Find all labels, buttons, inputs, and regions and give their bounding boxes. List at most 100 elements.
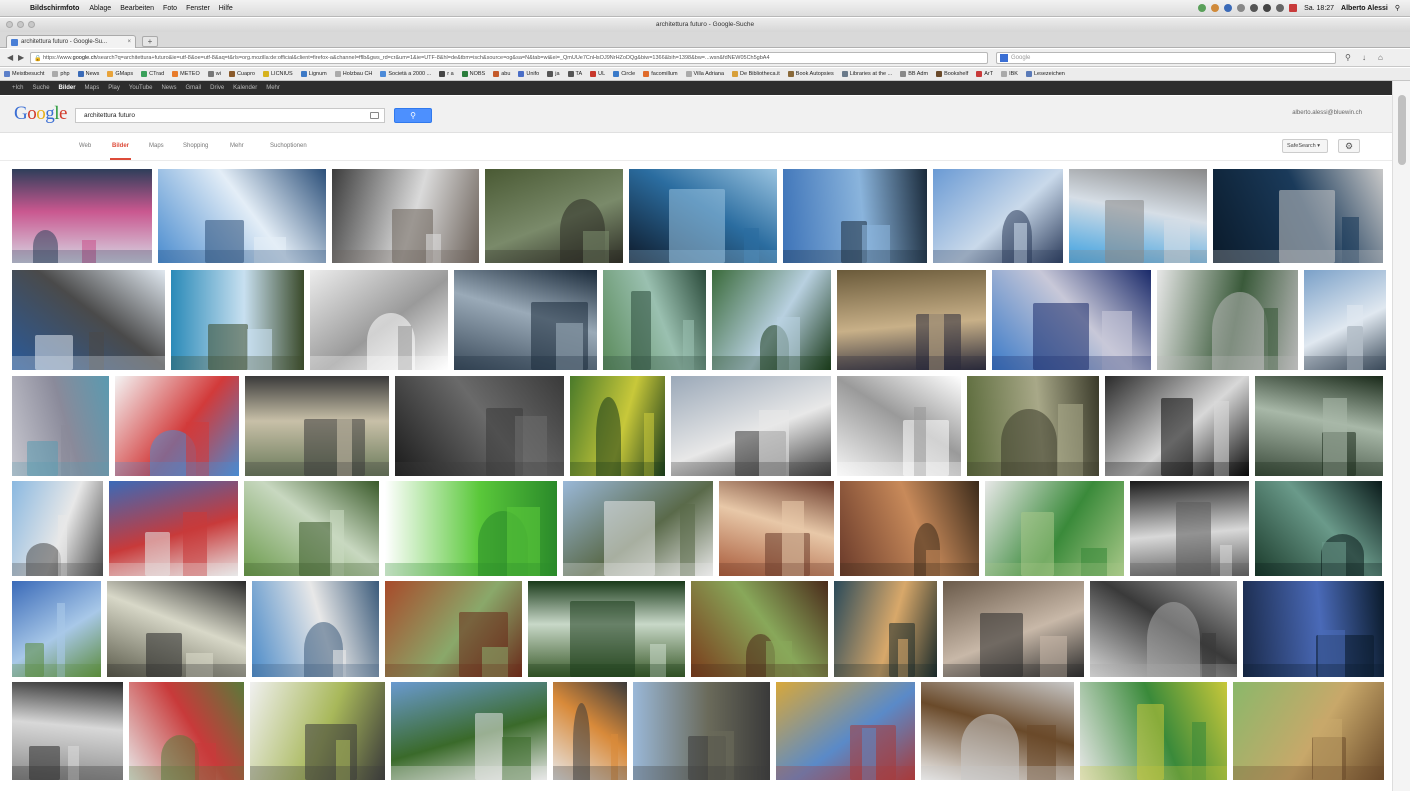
gbar-item[interactable]: YouTube [129, 85, 153, 91]
image-result[interactable] [837, 270, 986, 370]
bookmark-item[interactable]: abu [493, 71, 510, 77]
image-result[interactable] [553, 682, 627, 780]
bookmark-item[interactable]: Book Autopsies [787, 71, 834, 77]
image-result[interactable] [992, 270, 1151, 370]
image-result[interactable] [391, 682, 547, 780]
image-result[interactable] [783, 169, 927, 263]
app-menu[interactable]: Bildschirmfoto [30, 5, 79, 12]
image-result[interactable] [776, 682, 915, 780]
menu-item-bearbeiten[interactable]: Bearbeiten [120, 5, 154, 12]
timemachine-icon[interactable] [1237, 4, 1246, 12]
image-result[interactable] [712, 270, 831, 370]
image-result[interactable] [1090, 581, 1237, 677]
bookmark-item[interactable]: Meistbesucht [4, 71, 44, 77]
browser-tab[interactable]: architettura futuro - Google-Su... × [6, 35, 136, 48]
close-window-button[interactable] [6, 21, 13, 28]
bookmark-item[interactable]: Unifo [518, 71, 539, 77]
image-result[interactable] [385, 581, 522, 677]
bookmark-item[interactable]: TA [567, 71, 582, 77]
new-tab-button[interactable]: + [142, 36, 158, 47]
zoom-window-button[interactable] [28, 21, 35, 28]
bookmark-item[interactable]: Lignum [300, 71, 327, 77]
tab-bilder[interactable]: Bilder [109, 143, 132, 160]
image-result[interactable] [129, 682, 244, 780]
bookmark-item[interactable]: News [77, 71, 99, 77]
wifi-icon[interactable] [1263, 4, 1272, 12]
image-result[interactable] [1304, 270, 1386, 370]
gear-icon[interactable]: ⚙ [1338, 139, 1360, 153]
bookmark-item[interactable]: Holzbau CH [334, 71, 372, 77]
gbar-item[interactable]: Maps [85, 85, 100, 91]
image-result[interactable] [12, 581, 101, 677]
close-icon[interactable]: × [127, 36, 131, 48]
image-result[interactable] [385, 481, 557, 576]
image-result[interactable] [933, 169, 1063, 263]
bookmark-item[interactable]: IBK [1001, 71, 1018, 77]
download-icon[interactable]: ↓ [1362, 53, 1366, 62]
image-result[interactable] [967, 376, 1099, 476]
image-result[interactable] [570, 376, 665, 476]
user-name[interactable]: Alberto Alessi [1341, 5, 1388, 12]
image-result[interactable] [171, 270, 304, 370]
image-result[interactable] [1243, 581, 1384, 677]
image-result[interactable] [395, 376, 564, 476]
image-result[interactable] [528, 581, 685, 677]
back-icon[interactable]: ◀ [7, 53, 13, 62]
image-result[interactable] [109, 481, 238, 576]
safesearch-dropdown[interactable]: SafeSearch ▾ [1282, 139, 1328, 153]
home-icon[interactable]: ⌂ [1378, 53, 1383, 62]
camera-icon[interactable] [370, 112, 379, 119]
bookmark-item[interactable]: CTrad [141, 71, 164, 77]
gbar-item[interactable]: Suche [33, 85, 50, 91]
image-result[interactable] [1080, 682, 1227, 780]
image-result[interactable] [252, 581, 379, 677]
image-result[interactable] [245, 376, 389, 476]
search-icon[interactable]: ⚲ [1345, 53, 1351, 62]
image-result[interactable] [12, 682, 123, 780]
gbar-item-active[interactable]: Bilder [59, 85, 76, 91]
menu-item-ablage[interactable]: Ablage [89, 5, 111, 12]
bookmark-item[interactable]: ArT [976, 71, 993, 77]
browser-search-field[interactable]: Google [996, 52, 1336, 64]
image-result[interactable] [629, 169, 777, 263]
page-scrollbar[interactable] [1392, 81, 1410, 791]
gbar-item-more[interactable]: Mehr [266, 85, 280, 91]
tab-suchoptionen[interactable]: Suchoptionen [270, 143, 307, 149]
search-button[interactable]: ⚲ [394, 108, 432, 123]
tab-shopping[interactable]: Shopping [183, 143, 208, 149]
image-result[interactable] [1255, 376, 1383, 476]
image-result[interactable] [921, 682, 1074, 780]
tab-web[interactable]: Web [79, 143, 91, 149]
image-result[interactable] [12, 376, 109, 476]
gbar-item[interactable]: Gmail [185, 85, 201, 91]
image-result[interactable] [603, 270, 706, 370]
image-result[interactable] [12, 270, 165, 370]
status-icon[interactable] [1198, 4, 1207, 12]
gbar-item[interactable]: Play [108, 85, 120, 91]
menu-item-fenster[interactable]: Fenster [186, 5, 210, 12]
bookmark-item[interactable]: facomillum [643, 71, 678, 77]
bookmark-item[interactable]: Cuapro [228, 71, 255, 77]
bookmark-item[interactable]: php [52, 71, 70, 77]
image-result[interactable] [1130, 481, 1249, 576]
image-result[interactable] [485, 169, 623, 263]
bookmark-item[interactable]: r a [439, 71, 454, 77]
image-result[interactable] [985, 481, 1124, 576]
gbar-item[interactable]: News [161, 85, 176, 91]
image-result[interactable] [1069, 169, 1207, 263]
google-logo[interactable]: Google [14, 103, 67, 125]
bookmark-item[interactable]: BB Adm [900, 71, 928, 77]
tab-maps[interactable]: Maps [149, 143, 164, 149]
spotlight-icon[interactable]: ⚲ [1395, 4, 1400, 12]
bookmark-item[interactable]: Società a 2000 ... [380, 71, 431, 77]
image-result[interactable] [12, 169, 152, 263]
status-icon[interactable] [1224, 4, 1233, 12]
bookmark-item[interactable]: De Bibliotheca.it [732, 71, 780, 77]
url-bar[interactable]: 🔒 https://www.google.ch/search?q=archite… [30, 52, 988, 64]
bluetooth-icon[interactable] [1250, 4, 1259, 12]
image-result[interactable] [837, 376, 961, 476]
gbar-item[interactable]: +Ich [12, 85, 24, 91]
image-result[interactable] [691, 581, 828, 677]
bookmark-item[interactable]: Libraries at the ... [841, 71, 892, 77]
bookmark-item[interactable]: wi [207, 71, 221, 77]
